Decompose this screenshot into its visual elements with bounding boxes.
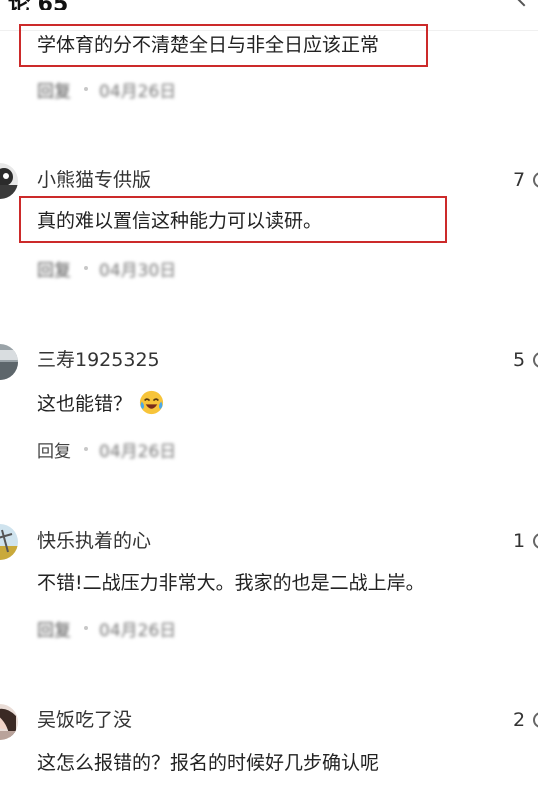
comment-text: 不错!二战压力非常大。我家的也是二战上岸。: [37, 572, 425, 594]
comment-date: 04月26日: [99, 441, 177, 462]
comment-text: 这也能错？: [37, 393, 133, 415]
highlight-box: [19, 196, 447, 243]
highlight-box: [19, 24, 428, 67]
comment-date: 04月26日: [99, 81, 177, 102]
like-count: 2: [513, 709, 526, 731]
reply-button[interactable]: 回复: [37, 616, 71, 641]
separator-dot: [84, 87, 88, 91]
separator-dot: [84, 626, 88, 630]
comment-meta: 回复 04月30日: [37, 256, 177, 281]
like-count: 5: [513, 349, 526, 371]
like-icon: [533, 172, 538, 188]
header-bar: 论 65: [0, 0, 538, 10]
like-count: 1: [513, 530, 526, 552]
reply-button[interactable]: 回复: [37, 256, 71, 281]
like-button[interactable]: 1: [513, 528, 538, 554]
laugh-cry-emoji-icon: [139, 390, 164, 415]
comment-text-row: 这也能错？: [37, 389, 165, 417]
username[interactable]: 小熊猫专供版: [37, 167, 151, 193]
separator-dot: [84, 447, 88, 451]
like-button[interactable]: 5: [513, 347, 538, 373]
like-icon: [533, 712, 538, 728]
comment-text: 这怎么报错的？报名的时候好几步确认呢: [37, 752, 380, 774]
avatar[interactable]: [0, 704, 18, 740]
like-count: 7: [513, 169, 526, 191]
like-icon: [533, 533, 538, 549]
comment-meta: 回复 04月26日: [37, 77, 177, 102]
comment-date: 04月26日: [99, 620, 177, 641]
comment-count-title: 论 65: [8, 0, 68, 10]
separator-dot: [84, 266, 88, 270]
like-button[interactable]: 7: [513, 167, 538, 193]
like-button[interactable]: 2: [513, 707, 538, 733]
like-icon: [533, 352, 538, 368]
avatar[interactable]: [0, 524, 18, 560]
chevron-icon[interactable]: [515, 0, 533, 7]
reply-button[interactable]: 回复: [37, 437, 71, 462]
comment-screen: 论 65 学体育的分不清楚全日与非全日应该正常 回复 04月26日 小熊猫专供版…: [0, 0, 538, 789]
avatar[interactable]: [0, 344, 18, 380]
comment-meta: 回复 04月26日: [37, 437, 177, 462]
username[interactable]: 快乐执着的心: [37, 528, 151, 554]
avatar[interactable]: [0, 163, 18, 199]
username[interactable]: 吴饭吃了没: [37, 707, 132, 733]
comment-meta: 回复 04月26日: [37, 616, 177, 641]
username[interactable]: 三寿1925325: [37, 347, 160, 373]
reply-button[interactable]: 回复: [37, 77, 71, 102]
comment-date: 04月30日: [99, 260, 177, 281]
